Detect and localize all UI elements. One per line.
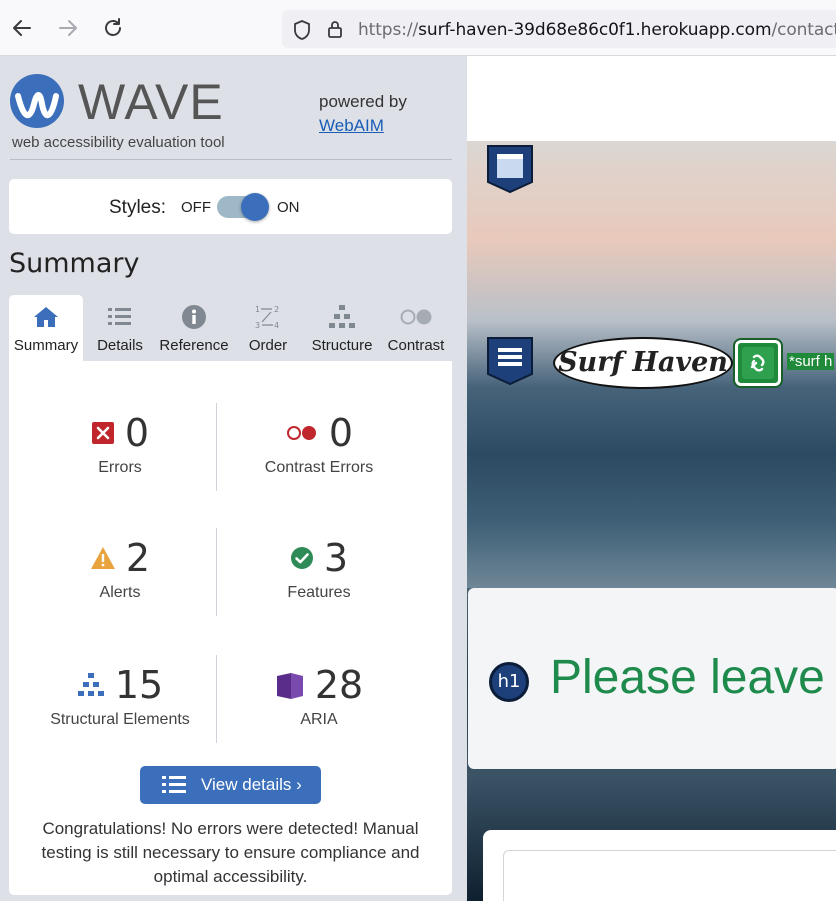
wave-tagline: web accessibility evaluation tool [12,134,225,151]
shield-icon[interactable] [292,19,312,41]
aria-icon [276,673,303,699]
error-icon [91,422,114,444]
feature-check-icon [290,547,313,569]
form-field[interactable] [503,850,836,901]
structure-header-icon[interactable] [485,144,535,194]
alerts-count: 2 [125,536,151,580]
contrast-icon [400,309,432,325]
alerts-label: Alerts [99,584,141,601]
list-icon [108,308,131,325]
tab-label: Summary [13,337,79,354]
errors-stat[interactable]: 0 Errors [16,409,224,477]
arrow-left-icon [13,20,31,36]
styles-label: Styles: [109,197,167,218]
wave-wordmark: WAVE [78,74,224,130]
url-host: surf-haven-39d68e86c0f1.herokuapp.com [418,20,772,40]
arrow-right-icon [59,20,77,36]
tab-label: Structure [311,337,373,354]
styles-toggle-card: Styles: OFF ON [9,179,452,234]
wave-tabs: Summary Details Reference 1 2 3 4 Order Str… [9,295,452,361]
tab-structure[interactable]: Structure [305,295,379,361]
view-details-label: View details › [201,775,302,794]
evaluated-page: Surf Haven *surf h h1 Please leave [467,56,836,901]
lock-icon[interactable] [326,18,344,40]
tab-summary[interactable]: Summary [9,295,83,361]
tab-order[interactable]: 1 2 3 4 Order [231,295,305,361]
styles-toggle[interactable] [217,193,269,221]
reload-icon [105,18,121,36]
structural-count: 15 [114,663,164,707]
structural-elements-stat[interactable]: 15 Structural Elements [16,661,224,729]
page-heading: Please leave [550,651,825,704]
tab-contrast[interactable]: Contrast [379,295,453,361]
tab-label: Contrast [387,337,445,354]
page-header-area [467,56,836,142]
wave-logo-icon [10,74,64,128]
features-label: Features [287,584,351,601]
tab-reference[interactable]: Reference [157,295,231,361]
tab-label: Details [97,337,143,354]
alt-text-label: *surf h [787,353,835,370]
structure-nav-icon[interactable] [485,336,535,386]
tab-label: Order [248,337,288,354]
tab-label: Reference [159,337,229,354]
structure-icon [329,305,355,328]
features-count: 3 [323,536,349,580]
toggle-knob [241,193,269,221]
svg-text:4: 4 [274,321,279,330]
styles-off-label: OFF [181,199,211,216]
styles-on-label: ON [277,199,300,216]
divider [10,159,452,160]
alert-icon [90,547,115,569]
linked-image-icon [742,347,774,379]
errors-label: Errors [98,459,142,476]
contrast-error-icon [286,426,316,440]
order-icon: 1 2 3 4 [255,305,279,330]
h1-icon[interactable]: h1 [489,662,529,702]
back-button[interactable] [6,12,38,44]
congrats-message: Congratulations! No errors were detected… [41,819,420,886]
url-path: /contact/ [771,20,836,40]
list-icon [162,776,186,793]
aria-stat[interactable]: 28 ARIA [215,661,423,729]
site-logo[interactable]: Surf Haven [553,337,733,389]
svg-text:3: 3 [255,321,260,330]
url-scheme: https:// [358,20,419,40]
tab-details[interactable]: Details [83,295,157,361]
forward-button[interactable] [52,12,84,44]
reload-button[interactable] [97,12,129,44]
contrast-errors-stat[interactable]: 0 Contrast Errors [215,409,423,477]
url-text[interactable]: https://surf-haven-39d68e86c0f1.herokuap… [358,20,836,40]
alerts-stat[interactable]: 2 Alerts [16,534,224,602]
summary-panel: Summary Details Reference 1 2 3 4 Order Str… [9,295,452,895]
svg-text:1: 1 [255,305,260,314]
structure-icon [77,673,104,696]
features-stat[interactable]: 3 Features [215,534,423,602]
info-icon [182,305,206,329]
aria-label: ARIA [300,711,338,728]
svg-text:2: 2 [274,305,279,314]
view-details-button[interactable]: View details › [140,766,321,804]
aria-count: 28 [314,663,364,707]
webaim-link[interactable]: WebAIM [319,116,384,136]
powered-by-label: powered by [319,92,407,111]
address-bar[interactable]: https://surf-haven-39d68e86c0f1.herokuap… [282,10,836,48]
wave-sidebar: WAVE web accessibility evaluation tool p… [0,56,467,901]
home-icon [34,307,58,327]
alt-text-icon[interactable] [735,340,781,386]
structural-label: Structural Elements [50,711,190,728]
contrast-errors-label: Contrast Errors [264,459,374,476]
summary-heading: Summary [9,248,140,279]
browser-toolbar: https://surf-haven-39d68e86c0f1.herokuap… [0,0,836,56]
contrast-errors-count: 0 [328,411,354,455]
errors-count: 0 [124,411,150,455]
